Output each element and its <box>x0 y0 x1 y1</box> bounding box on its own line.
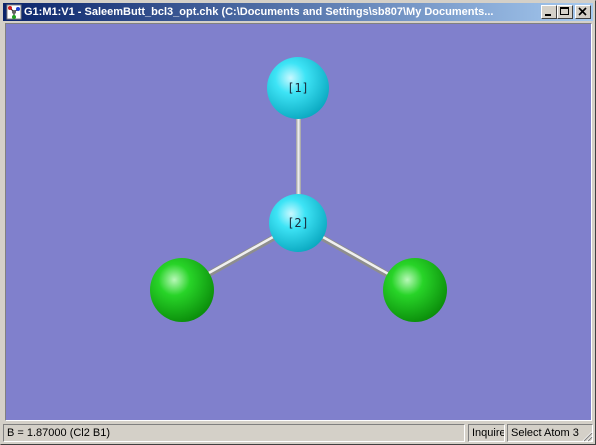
gaussview-molecule-icon[interactable] <box>6 4 22 20</box>
atom-4[interactable] <box>383 258 447 322</box>
atom-2-label: [2] <box>287 216 309 230</box>
atom-1[interactable]: [1] <box>267 57 329 119</box>
atom-2[interactable]: [2] <box>269 194 327 252</box>
title-bar[interactable]: G1:M1:V1 - SaleemButt_bcl3_opt.chk (C:\D… <box>3 3 593 21</box>
close-icon <box>578 7 587 16</box>
close-button[interactable] <box>575 5 591 19</box>
minimize-button[interactable] <box>541 5 557 19</box>
maximize-icon <box>560 7 569 15</box>
status-bar: B = 1.87000 (Cl2 B1) Inquire Select Atom… <box>3 424 593 442</box>
window-title: G1:M1:V1 - SaleemButt_bcl3_opt.chk (C:\D… <box>24 6 494 18</box>
maximize-button[interactable] <box>557 5 573 19</box>
gaussview-window: G1:M1:V1 - SaleemButt_bcl3_opt.chk (C:\D… <box>0 0 596 445</box>
resize-grip-icon[interactable] <box>581 430 593 442</box>
status-mode: Inquire <box>468 424 505 442</box>
minimize-icon <box>545 14 551 16</box>
atom-1-label: [1] <box>287 81 309 95</box>
molecule-viewport[interactable]: [1] [2] <box>5 23 592 421</box>
atom-3[interactable] <box>150 258 214 322</box>
status-message: B = 1.87000 (Cl2 B1) <box>3 424 465 442</box>
